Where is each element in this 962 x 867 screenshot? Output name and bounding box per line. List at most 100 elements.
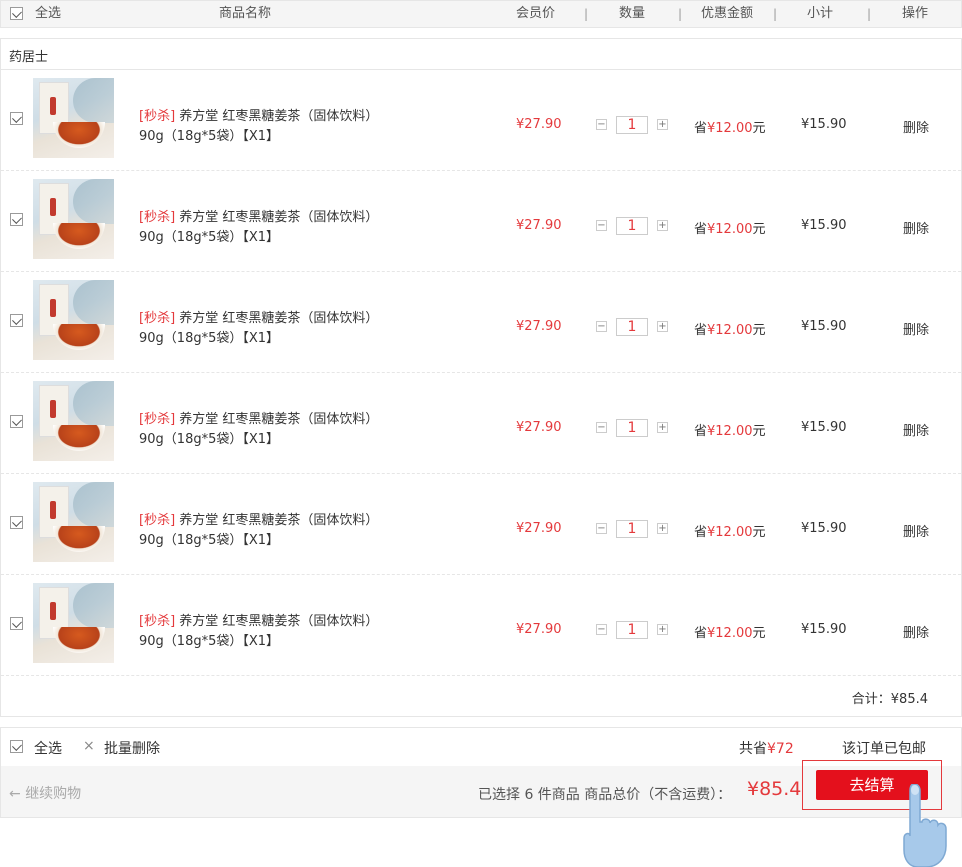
product-thumbnail[interactable] bbox=[33, 78, 114, 158]
product-name-line1: 养方堂 红枣黑糖姜茶（固体饮料） bbox=[179, 210, 379, 225]
delete-button[interactable]: 删除 bbox=[903, 521, 929, 540]
thumbnail-cup bbox=[53, 425, 105, 451]
free-shipping-note: 该订单已包邮 bbox=[842, 741, 926, 757]
item-checkbox[interactable] bbox=[10, 314, 23, 327]
header-select-all-label: 全选 bbox=[35, 6, 62, 21]
item-checkbox[interactable] bbox=[10, 617, 23, 630]
thumbnail-figure bbox=[73, 78, 114, 123]
plus-icon[interactable]: + bbox=[657, 321, 668, 332]
discount-amount: 省¥12.00元 bbox=[694, 218, 766, 237]
save-suffix: 元 bbox=[752, 222, 766, 237]
selection-summary: 已选择 6 件商品 商品总价（不含运费）： bbox=[478, 787, 732, 803]
save-value: ¥12.00 bbox=[707, 222, 753, 237]
product-thumbnail[interactable] bbox=[33, 179, 114, 259]
product-thumbnail[interactable] bbox=[33, 381, 114, 461]
quantity-input[interactable]: 1 bbox=[616, 520, 648, 538]
product-thumbnail[interactable] bbox=[33, 482, 114, 562]
member-price: ¥27.90 bbox=[516, 319, 562, 334]
plus-icon[interactable]: + bbox=[657, 422, 668, 433]
product-name-line1: 养方堂 红枣黑糖姜茶（固体饮料） bbox=[179, 412, 379, 427]
header-quantity: 数量 bbox=[619, 6, 646, 21]
product-name[interactable]: [秒杀] 养方堂 红枣黑糖姜茶（固体饮料） 90g（18g*5袋）【X1】 bbox=[139, 612, 409, 652]
continue-shopping-label: 继续购物 bbox=[25, 786, 82, 802]
quantity-input[interactable]: 1 bbox=[616, 318, 648, 336]
save-suffix: 元 bbox=[752, 121, 766, 136]
total-saved-label: 共省 bbox=[739, 741, 767, 757]
cart-item-row: [秒杀] 养方堂 红枣黑糖姜茶（固体饮料） 90g（18g*5袋）【X1】 ¥2… bbox=[1, 70, 961, 171]
member-price: ¥27.90 bbox=[516, 420, 562, 435]
product-name[interactable]: [秒杀] 养方堂 红枣黑糖姜茶（固体饮料） 90g（18g*5袋）【X1】 bbox=[139, 107, 409, 147]
header-discount: 优惠金额 bbox=[701, 6, 754, 21]
product-name-line2: 90g（18g*5袋）【X1】 bbox=[139, 129, 280, 144]
save-suffix: 元 bbox=[752, 626, 766, 641]
plus-icon[interactable]: + bbox=[657, 119, 668, 130]
select-all-checkbox[interactable] bbox=[10, 7, 23, 20]
quantity-input[interactable]: 1 bbox=[616, 116, 648, 134]
item-subtotal: ¥15.90 bbox=[801, 218, 847, 233]
item-checkbox[interactable] bbox=[10, 112, 23, 125]
header-product-name: 商品名称 bbox=[219, 6, 272, 21]
flash-sale-tag: [秒杀] bbox=[139, 513, 176, 528]
thumbnail-cup bbox=[53, 324, 105, 350]
cart-item-row: [秒杀] 养方堂 红枣黑糖姜茶（固体饮料） 90g（18g*5袋）【X1】 ¥2… bbox=[1, 272, 961, 373]
plus-icon[interactable]: + bbox=[657, 220, 668, 231]
delete-button[interactable]: 删除 bbox=[903, 218, 929, 237]
plus-icon[interactable]: + bbox=[657, 523, 668, 534]
header-actions: 操作 bbox=[902, 6, 929, 21]
delete-button[interactable]: 删除 bbox=[903, 420, 929, 439]
close-icon[interactable]: × bbox=[83, 738, 95, 754]
product-thumbnail[interactable] bbox=[33, 280, 114, 360]
save-value: ¥12.00 bbox=[707, 424, 753, 439]
save-suffix: 元 bbox=[752, 323, 766, 338]
minus-icon[interactable]: − bbox=[596, 321, 607, 332]
product-name-line2: 90g（18g*5袋）【X1】 bbox=[139, 331, 280, 346]
discount-amount: 省¥12.00元 bbox=[694, 319, 766, 338]
product-name-line2: 90g（18g*5袋）【X1】 bbox=[139, 432, 280, 447]
save-suffix: 元 bbox=[752, 525, 766, 540]
footer-select-all-label[interactable]: 全选 bbox=[34, 738, 62, 758]
minus-icon[interactable]: − bbox=[596, 422, 607, 433]
product-name-line1: 养方堂 红枣黑糖姜茶（固体饮料） bbox=[179, 109, 379, 124]
product-name[interactable]: [秒杀] 养方堂 红枣黑糖姜茶（固体饮料） 90g（18g*5袋）【X1】 bbox=[139, 410, 409, 450]
minus-icon[interactable]: − bbox=[596, 220, 607, 231]
discount-amount: 省¥12.00元 bbox=[694, 622, 766, 641]
item-subtotal: ¥15.90 bbox=[801, 420, 847, 435]
thumbnail-cup bbox=[53, 627, 105, 653]
store-name[interactable]: 药居士 bbox=[9, 46, 48, 65]
thumbnail-figure bbox=[73, 179, 114, 224]
save-prefix: 省 bbox=[694, 222, 708, 237]
delete-button[interactable]: 删除 bbox=[903, 319, 929, 338]
item-checkbox[interactable] bbox=[10, 415, 23, 428]
item-subtotal: ¥15.90 bbox=[801, 521, 847, 536]
minus-icon[interactable]: − bbox=[596, 624, 607, 635]
quantity-input[interactable]: 1 bbox=[616, 621, 648, 639]
product-name[interactable]: [秒杀] 养方堂 红枣黑糖姜茶（固体饮料） 90g（18g*5袋）【X1】 bbox=[139, 511, 409, 551]
pointer-hand-icon bbox=[903, 784, 947, 867]
save-prefix: 省 bbox=[694, 626, 708, 641]
flash-sale-tag: [秒杀] bbox=[139, 412, 176, 427]
save-prefix: 省 bbox=[694, 323, 708, 338]
row-divider bbox=[1, 675, 961, 676]
batch-delete-button[interactable]: 批量删除 bbox=[104, 738, 160, 758]
member-price: ¥27.90 bbox=[516, 117, 562, 132]
footer-select-all-checkbox[interactable] bbox=[10, 740, 23, 753]
plus-icon[interactable]: + bbox=[657, 624, 668, 635]
quantity-input[interactable]: 1 bbox=[616, 217, 648, 235]
minus-icon[interactable]: − bbox=[596, 119, 607, 130]
item-checkbox[interactable] bbox=[10, 213, 23, 226]
header-member-price: 会员价 bbox=[516, 6, 556, 21]
delete-button[interactable]: 删除 bbox=[903, 622, 929, 641]
continue-shopping-link[interactable]: ← 继续购物 bbox=[9, 783, 81, 803]
product-thumbnail[interactable] bbox=[33, 583, 114, 663]
quantity-input[interactable]: 1 bbox=[616, 419, 648, 437]
flash-sale-tag: [秒杀] bbox=[139, 614, 176, 629]
total-saved: 共省¥72 bbox=[739, 738, 794, 758]
item-checkbox[interactable] bbox=[10, 516, 23, 529]
delete-button[interactable]: 删除 bbox=[903, 117, 929, 136]
save-value: ¥12.00 bbox=[707, 323, 753, 338]
cart-header: 全选 商品名称 会员价 | 数量 | 优惠金额 | 小计 | 操作 bbox=[0, 0, 962, 28]
product-name[interactable]: [秒杀] 养方堂 红枣黑糖姜茶（固体饮料） 90g（18g*5袋）【X1】 bbox=[139, 309, 409, 349]
minus-icon[interactable]: − bbox=[596, 523, 607, 534]
save-value: ¥12.00 bbox=[707, 626, 753, 641]
product-name[interactable]: [秒杀] 养方堂 红枣黑糖姜茶（固体饮料） 90g（18g*5袋）【X1】 bbox=[139, 208, 409, 248]
